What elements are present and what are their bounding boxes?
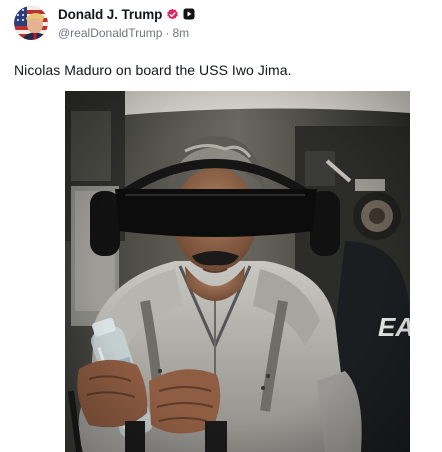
name-row: Donald J. Trump xyxy=(58,5,195,23)
author-handle[interactable]: @realDonaldTrump xyxy=(58,26,162,40)
author-avatar[interactable] xyxy=(14,6,48,40)
photo-image: EA xyxy=(65,91,410,452)
post-card: Donald J. Trump @realDonaldTrump · 8m Ni… xyxy=(0,0,442,452)
author-display-name[interactable]: Donald J. Trump xyxy=(58,7,162,22)
post-photo[interactable]: EA xyxy=(65,91,410,452)
post-timestamp[interactable]: 8m xyxy=(172,26,189,40)
post-body-text: Nicolas Maduro on board the USS Iwo Jima… xyxy=(14,62,292,78)
avatar-image xyxy=(14,6,48,40)
play-square-icon xyxy=(183,8,195,20)
verified-badge-icon xyxy=(166,8,179,21)
meta-separator: · xyxy=(165,26,170,40)
handle-row: @realDonaldTrump · 8m xyxy=(58,26,195,40)
post-header: Donald J. Trump @realDonaldTrump · 8m xyxy=(58,5,195,40)
